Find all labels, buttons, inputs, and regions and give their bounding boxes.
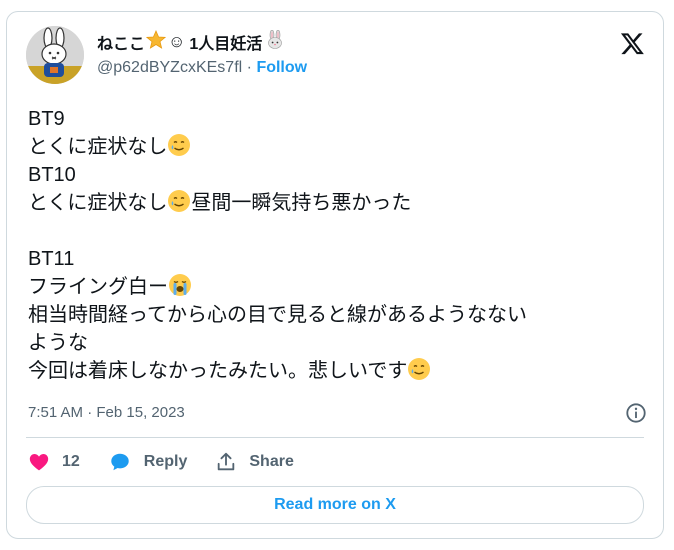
author-display-name: ねここ: [97, 36, 146, 53]
tweet-text: BT9 とくに症状なし BT10 とくに症状なし 昼間一瞬気持ち悪かった BT11…: [28, 105, 648, 385]
tweet-line-5: BT11: [28, 248, 75, 270]
speech-bubble-icon: [111, 453, 129, 471]
author-name-row[interactable]: ねここ ☺ 1人目妊活: [97, 29, 285, 55]
like-button[interactable]: 12: [28, 451, 80, 473]
action-bar: 12 Reply Share: [28, 448, 322, 476]
x-logo-icon[interactable]: [620, 31, 645, 56]
like-count: 12: [62, 453, 80, 470]
tweet-line-4b: 昼間一瞬気持ち悪かった: [191, 192, 412, 214]
tweet-line-6: フライング白ー: [28, 276, 168, 298]
smile-glyph-icon: ☺: [168, 32, 186, 51]
share-icon: [218, 452, 235, 471]
reply-label: Reply: [143, 453, 188, 470]
follow-link[interactable]: Follow: [256, 59, 307, 76]
tweet-card: ねここ ☺ 1人目妊活 @p62dBYZcxKEs7fl · Follow BT…: [6, 11, 664, 539]
smiling-tear-emoji-icon: [168, 134, 191, 156]
separator-dot: ·: [246, 59, 252, 76]
tweet-line-7: 相当時間経ってから心の目で見ると線があるようなない: [28, 304, 527, 326]
avatar[interactable]: [26, 26, 84, 84]
avatar-image: [26, 26, 84, 84]
info-icon[interactable]: [625, 402, 647, 424]
tweet-line-9: 今回は着床しなかったみたい。悲しいです: [28, 360, 408, 382]
author-handle-row: @p62dBYZcxKEs7fl · Follow: [97, 59, 307, 77]
smiling-tear-emoji-icon: [168, 190, 191, 212]
read-more-button[interactable]: Read more on X: [26, 486, 644, 524]
loudly-crying-emoji-icon: [169, 274, 191, 296]
author-handle[interactable]: @p62dBYZcxKEs7fl: [97, 59, 242, 76]
tweet-line-8: ような: [28, 332, 88, 354]
tweet-line-4a: とくに症状なし: [28, 192, 168, 214]
heart-icon: [29, 454, 49, 471]
divider: [26, 437, 644, 438]
star-emoji-icon: [145, 29, 167, 55]
reply-button[interactable]: Reply: [108, 451, 188, 473]
author-name-suffix: 1人目妊活: [189, 36, 263, 53]
tweet-line-3: BT10: [28, 164, 76, 186]
share-button[interactable]: Share: [215, 451, 294, 473]
tweet-line-2: とくに症状なし: [28, 136, 168, 158]
share-label: Share: [249, 453, 294, 470]
read-more-label: Read more on X: [274, 496, 396, 513]
rabbit-emoji-icon: [265, 29, 285, 55]
smiling-tear-emoji-icon: [408, 358, 431, 380]
tweet-line-1: BT9: [28, 108, 65, 130]
tweet-timestamp[interactable]: 7:51 AM · Feb 15, 2023: [28, 404, 185, 421]
